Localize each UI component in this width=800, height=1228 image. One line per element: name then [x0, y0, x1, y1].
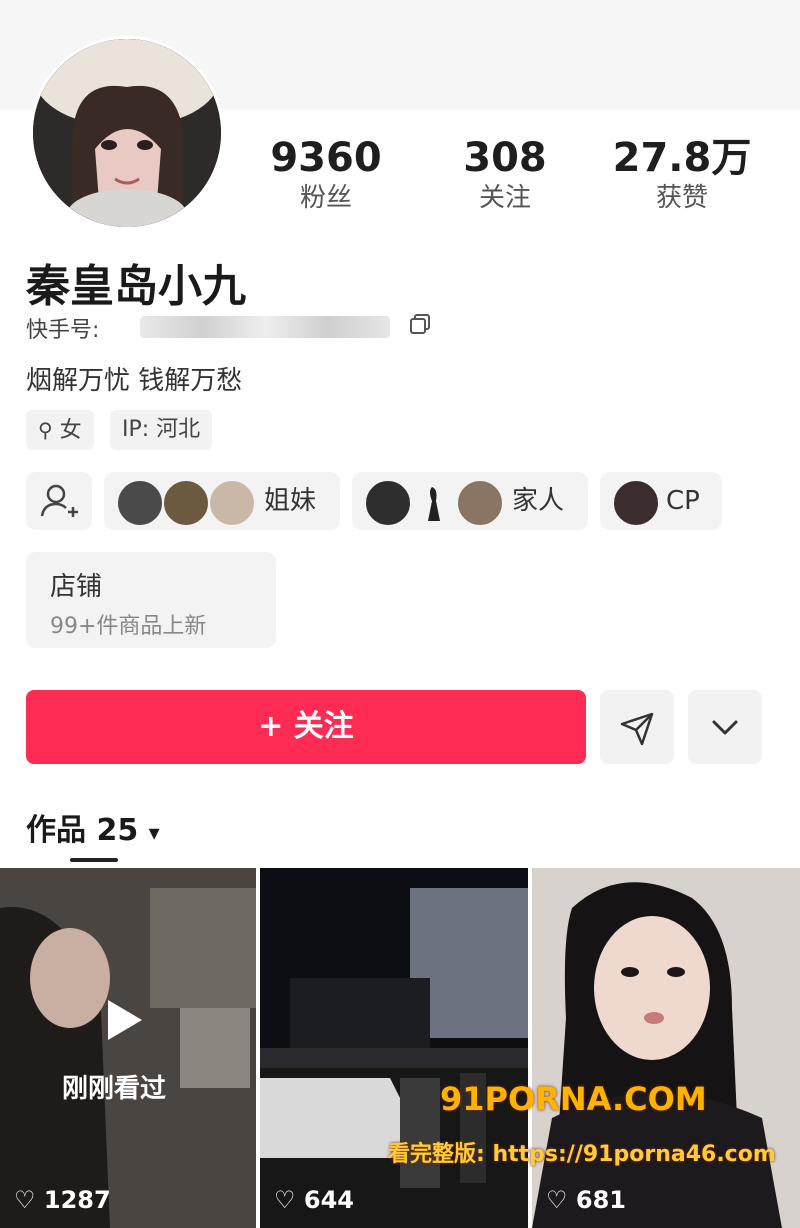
shop-title: 店铺	[50, 572, 103, 602]
like-count: ♡ 644	[274, 1186, 354, 1214]
video-thumbnail[interactable]: 刚刚看过 ♡ 1287	[0, 868, 256, 1228]
works-label: 作品 25	[26, 813, 139, 848]
shop-card[interactable]: 店铺 99+件商品上新	[26, 552, 276, 648]
group-chip-cp[interactable]: CP	[600, 472, 722, 530]
kuaishou-id-redacted	[140, 316, 390, 338]
stat-likes[interactable]: 27.8万 获赞	[602, 135, 762, 215]
more-options-button[interactable]	[688, 690, 762, 764]
group-label: 姐妹	[264, 486, 317, 516]
avatar-image	[33, 39, 221, 227]
group-chip-family[interactable]: 家人	[352, 472, 588, 530]
caret-down-icon: ▾	[148, 821, 160, 846]
recently-viewed-label: 刚刚看过	[62, 1074, 167, 1104]
copy-icon[interactable]	[408, 312, 432, 336]
member-avatar	[364, 479, 412, 527]
gender-tag: ⚲ 女	[26, 410, 94, 450]
stat-label: 粉丝	[299, 183, 352, 213]
group-label: CP	[666, 486, 700, 516]
avatar[interactable]	[30, 36, 224, 230]
group-label: 家人	[512, 486, 565, 516]
add-friend-button[interactable]	[26, 472, 92, 530]
send-icon	[620, 712, 654, 746]
video-preview-image	[0, 868, 256, 1228]
like-value: 681	[575, 1186, 626, 1214]
stat-followers[interactable]: 9360 粉丝	[246, 135, 406, 215]
add-user-icon	[40, 484, 78, 517]
stat-following[interactable]: 308 关注	[425, 135, 585, 215]
like-count: ♡ 681	[546, 1186, 626, 1214]
member-avatar	[116, 479, 164, 527]
member-avatar	[208, 479, 256, 527]
play-icon	[108, 1000, 142, 1040]
like-value: 1287	[43, 1186, 111, 1214]
like-value: 644	[303, 1186, 354, 1214]
gender-label: 女	[59, 418, 82, 443]
shop-subtitle: 99+件商品上新	[50, 614, 207, 639]
profile-name: 秦皇岛小九	[26, 261, 246, 312]
kuaishou-id-label: 快手号:	[26, 318, 100, 343]
stat-value: 27.8万	[612, 135, 752, 181]
message-button[interactable]	[600, 690, 674, 764]
like-count: ♡ 1287	[14, 1186, 111, 1214]
ip-tag: IP: 河北	[110, 410, 213, 450]
stat-label: 获赞	[655, 183, 708, 213]
stat-label: 关注	[478, 183, 531, 213]
tab-underline	[70, 858, 118, 862]
stat-value: 308	[463, 135, 547, 181]
group-chip-sisters[interactable]: 姐妹	[104, 472, 340, 530]
watermark-url: 看完整版: https://91porna46.com	[388, 1142, 776, 1167]
member-avatar	[410, 479, 458, 527]
stat-value: 9360	[270, 135, 382, 181]
female-icon: ⚲	[38, 418, 53, 442]
heart-icon: ♡	[274, 1186, 296, 1214]
watermark-logo: 91PORNA.COM	[440, 1080, 707, 1118]
member-avatar	[456, 479, 504, 527]
profile-bio: 烟解万忧 钱解万愁	[26, 366, 243, 396]
member-avatar	[162, 479, 210, 527]
works-tab[interactable]: 作品 25 ▾	[26, 805, 160, 849]
follow-button[interactable]: + 关注	[26, 690, 586, 764]
heart-icon: ♡	[14, 1186, 36, 1214]
member-avatar	[612, 479, 660, 527]
chevron-down-icon	[712, 720, 738, 735]
video-thumbnail[interactable]: ♡ 681	[532, 868, 800, 1228]
video-thumbnail[interactable]: ♡ 644	[260, 868, 528, 1228]
heart-icon: ♡	[546, 1186, 568, 1214]
video-preview-image	[532, 868, 800, 1228]
video-preview-image	[260, 868, 528, 1228]
